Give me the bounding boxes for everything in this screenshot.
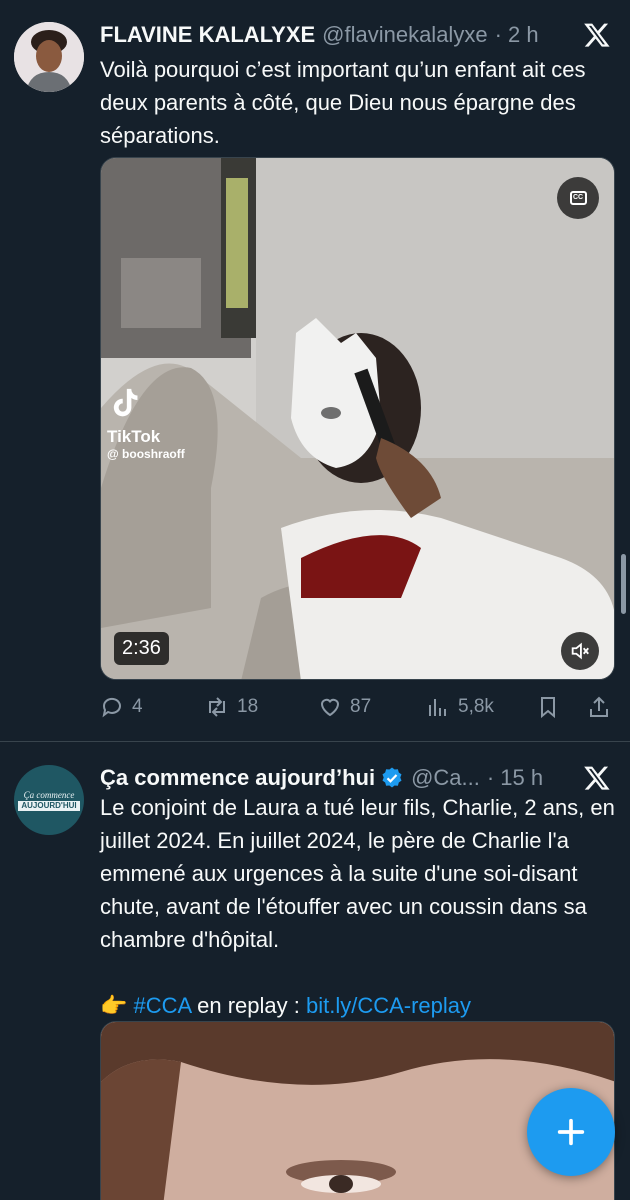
compose-plus-icon bbox=[557, 1118, 585, 1146]
scrollbar[interactable] bbox=[621, 554, 626, 614]
views-icon bbox=[429, 699, 446, 716]
author-name[interactable]: FLAVINE KALALYXE bbox=[100, 22, 315, 48]
video-duration: 2:36 bbox=[114, 632, 169, 665]
like-icon bbox=[320, 698, 340, 717]
views-count: 5,8k bbox=[458, 696, 494, 717]
tweet-header: FLAVINE KALALYXE @flavinekalalyxe · 2 h bbox=[100, 19, 539, 51]
tweet-text: Le conjoint de Laura a tué leur fils, Ch… bbox=[100, 795, 615, 952]
repost-count: 18 bbox=[237, 696, 259, 717]
author-name[interactable]: Ça commence aujourd’hui bbox=[100, 765, 375, 791]
tiktok-username: @ booshraoff bbox=[107, 447, 185, 461]
mute-icon bbox=[571, 642, 589, 660]
tweet-divider bbox=[0, 741, 630, 742]
share-icon bbox=[590, 696, 608, 717]
avatar[interactable]: Ça commence AUJOURD'HUI bbox=[14, 765, 84, 835]
author-handle[interactable]: @Ca... bbox=[411, 765, 480, 791]
author-handle[interactable]: @flavinekalalyxe bbox=[322, 22, 487, 48]
tiktok-watermark: TikTok @ booshraoff bbox=[107, 386, 185, 461]
repost-icon bbox=[209, 697, 225, 717]
tweet-time[interactable]: · 2 h bbox=[495, 22, 539, 48]
mute-button[interactable] bbox=[561, 632, 599, 670]
tweet-text: Voilà pourquoi c’est important qu’un enf… bbox=[100, 57, 586, 148]
views-button[interactable]: 5,8k bbox=[426, 692, 494, 722]
compose-button[interactable] bbox=[527, 1088, 615, 1176]
tweet-header: Ça commence aujourd’hui @Ca... · 15 h bbox=[100, 762, 543, 794]
avatar[interactable] bbox=[14, 22, 84, 92]
share-button[interactable] bbox=[587, 692, 619, 722]
bookmark-icon bbox=[541, 697, 555, 719]
video-player[interactable]: TikTok @ booshraoff CC 2:36 bbox=[100, 157, 615, 680]
avatar-photo bbox=[14, 22, 84, 92]
reply-button[interactable]: 4 bbox=[100, 692, 143, 722]
tiktok-label: TikTok bbox=[107, 427, 161, 446]
hashtag-link[interactable]: #CCA bbox=[134, 993, 191, 1018]
tweet-text-block: Le conjoint de Laura a tué leur fils, Ch… bbox=[100, 791, 616, 1022]
tweet-card[interactable]: FLAVINE KALALYXE @flavinekalalyxe · 2 h … bbox=[0, 0, 630, 742]
repost-button[interactable]: 18 bbox=[205, 692, 258, 722]
avatar-logo-line1: Ça commence bbox=[23, 789, 75, 800]
tweet-time[interactable]: · 15 h bbox=[487, 765, 543, 791]
reply-count: 4 bbox=[132, 696, 143, 717]
verified-icon bbox=[382, 767, 402, 788]
avatar-logo-line2: AUJOURD'HUI bbox=[18, 800, 80, 811]
cc-icon: CC bbox=[569, 191, 587, 205]
pointing-hand-emoji: 👉 bbox=[100, 993, 128, 1018]
tiktok-icon bbox=[113, 388, 138, 417]
tweet-cta-line: 👉 #CCA en replay : bit.ly/CCA-replay bbox=[100, 989, 616, 1022]
x-logo-icon[interactable] bbox=[582, 764, 612, 792]
like-button[interactable]: 87 bbox=[318, 692, 371, 722]
like-count: 87 bbox=[350, 696, 372, 717]
x-logo-icon[interactable] bbox=[582, 21, 612, 49]
replay-link[interactable]: bit.ly/CCA-replay bbox=[306, 993, 471, 1018]
captions-button[interactable]: CC bbox=[557, 177, 599, 219]
bookmark-button[interactable] bbox=[536, 692, 568, 722]
cta-text: en replay : bbox=[191, 993, 306, 1018]
reply-icon bbox=[102, 697, 121, 718]
tweet-actions: 4 18 87 5,8k bbox=[100, 692, 615, 722]
